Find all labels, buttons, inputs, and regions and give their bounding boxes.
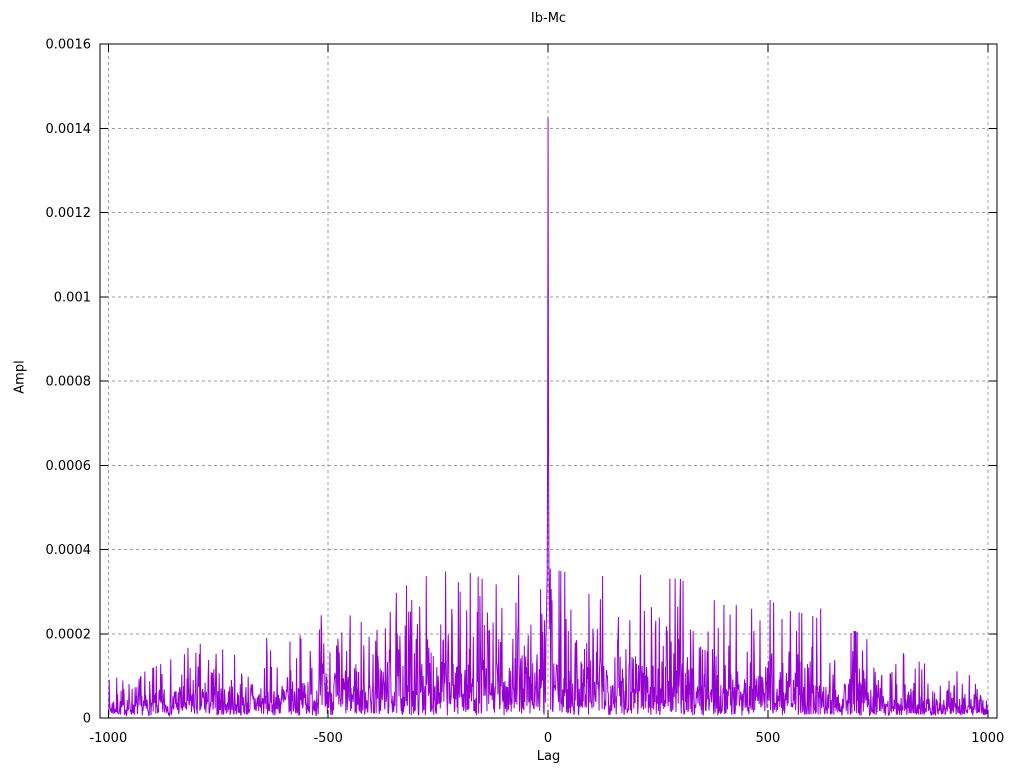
- y-tick-label: 0: [83, 712, 91, 727]
- y-tick-label: 0.0002: [46, 627, 92, 642]
- y-tick-label: 0.001: [54, 290, 91, 305]
- y-tick-label: 0.0016: [46, 38, 92, 53]
- chart-canvas: -1000 -500 0 500 1000 0 0.0002 0.0004 0.0006 0.00…: [46, 38, 1005, 747]
- x-tick-label: 0: [544, 731, 552, 746]
- x-tick-label: 1000: [971, 731, 1004, 746]
- x-axis-title: Lag: [536, 749, 561, 764]
- series-line-ib-mc: [107, 117, 989, 718]
- x-tick-label: -500: [313, 731, 343, 746]
- y-tick-label: 0.0006: [46, 459, 92, 474]
- y-tick-label: 0.0008: [46, 375, 92, 390]
- x-tick-label: 500: [755, 731, 780, 746]
- plot-window: Ib-Mc Ampl -1000 -500 0 500 1000 0 0.0002 0.000…: [0, 0, 1024, 768]
- y-tick-label: 0.0004: [46, 543, 92, 558]
- y-tick-label: 0.0012: [46, 206, 92, 221]
- x-tick-label: -1000: [89, 731, 127, 746]
- y-tick-label: 0.0014: [46, 122, 92, 137]
